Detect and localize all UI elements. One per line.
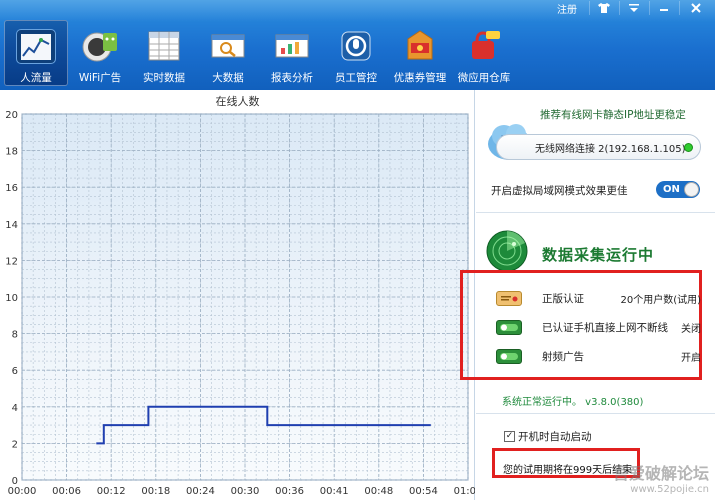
online-users-chart-panel: 在线人数 0 2 4 6 8 10 12 14 16 18 20 00:00 00:06 00:12 00:… <box>0 90 475 500</box>
nav-item-realtime[interactable]: 实时数据 <box>132 20 196 86</box>
y-tick-label: 6 <box>12 366 18 377</box>
y-tick-label: 10 <box>5 293 18 304</box>
status-label-auth-phone: 已认证手机直接上网不断线 <box>542 321 668 334</box>
toggle-knob <box>684 182 699 197</box>
switch-icon[interactable] <box>496 319 522 335</box>
y-tick-label: 8 <box>12 330 18 341</box>
x-tick-label: 00:06 <box>52 486 81 497</box>
main-nav: 人流量 WiFi广告 实时数据 大数据 报表分析 员工管控 优惠券管理 微应用仓… <box>4 20 516 86</box>
autostart-checkbox[interactable]: ✓ <box>504 431 515 442</box>
nav-item-app-store[interactable]: 微应用仓库 <box>452 20 516 86</box>
x-tick-label: 00:54 <box>409 486 438 497</box>
vlan-toggle-label: ON <box>663 184 680 195</box>
watermark-url: www.52pojie.cn <box>630 484 709 495</box>
staff-control-icon <box>336 28 376 64</box>
watermark: 吾爱破解论坛 www.52pojie.cn <box>613 460 709 495</box>
status-label-license: 正版认证 <box>542 292 584 305</box>
system-status-text: 系统正常运行中。 v3.8.0(380) <box>502 397 644 408</box>
traffic-chart-icon <box>16 29 56 64</box>
vlan-label: 开启虚拟局域网模式效果更佳 <box>491 185 628 197</box>
vlan-toggle[interactable]: ON <box>656 181 700 198</box>
status-item-auth-phone: 已认证手机直接上网不断线 关闭 <box>496 317 701 337</box>
x-tick-label: 01:00 <box>454 486 475 497</box>
y-tick-label: 20 <box>5 110 18 121</box>
x-tick-label: 00:48 <box>364 486 393 497</box>
shirt-icon[interactable] <box>589 1 617 15</box>
watermark-main: 吾爱破解论坛 <box>612 464 709 483</box>
minimize-icon[interactable] <box>649 1 677 15</box>
status-label-rf-ad: 射频广告 <box>542 350 584 363</box>
x-tick-label: 00:41 <box>320 486 349 497</box>
nav-item-traffic[interactable]: 人流量 <box>4 20 68 86</box>
coupon-icon <box>400 28 440 64</box>
app-store-icon <box>464 28 504 64</box>
nav-item-bigdata[interactable]: 大数据 <box>196 20 260 86</box>
bigdata-search-icon <box>208 28 248 64</box>
certificate-icon <box>496 290 522 306</box>
y-tick-label: 2 <box>12 439 18 450</box>
autostart-option[interactable]: ✓ 开机时自动启动 <box>504 429 592 444</box>
menu-icon[interactable] <box>619 1 647 15</box>
nav-item-report[interactable]: 报表分析 <box>260 20 324 86</box>
status-value-rf-ad: 开启 <box>681 352 701 364</box>
connection-status-icon <box>684 143 693 152</box>
nav-item-coupon[interactable]: 优惠券管理 <box>388 20 452 86</box>
status-panel: 推荐有线网卡静态IP地址更稳定 无线网络连接 2(192.168.1.105) … <box>460 90 715 500</box>
x-tick-label: 00:24 <box>186 486 215 497</box>
y-tick-label: 4 <box>12 403 18 414</box>
y-tick-label: 12 <box>5 256 18 267</box>
x-tick-label: 00:12 <box>97 486 126 497</box>
nav-item-staff[interactable]: 员工管控 <box>324 20 388 86</box>
window-controls: 注册 <box>557 0 711 16</box>
x-tick-label: 00:00 <box>8 486 37 497</box>
y-tick-label: 18 <box>5 147 18 158</box>
x-tick-label: 00:36 <box>275 486 304 497</box>
wifi-ad-icon <box>80 28 120 64</box>
network-connection-name: 无线网络连接 2(192.168.1.105) <box>535 143 686 155</box>
autostart-label: 开机时自动启动 <box>518 431 592 443</box>
close-icon[interactable] <box>679 1 711 15</box>
top-bar: 注册 人流量 WiFi广告 实时数据 大数据 报表分析 员工管控 优惠券管理 微… <box>0 0 715 90</box>
report-chart-icon <box>272 28 312 64</box>
y-tick-label: 16 <box>5 183 18 194</box>
online-users-chart: 0246810121416182000:00 00:06 00:12 00:18 00:… <box>5 110 475 497</box>
realtime-table-icon <box>144 28 184 64</box>
x-tick-label: 00:18 <box>141 486 170 497</box>
register-link[interactable]: 注册 <box>557 1 577 16</box>
nav-item-wifi-ad[interactable]: WiFi广告 <box>68 20 132 86</box>
x-tick-label: 00:30 <box>231 486 260 497</box>
switch-icon[interactable] <box>496 348 522 364</box>
network-hint: 推荐有线网卡静态IP地址更稳定 <box>540 109 686 121</box>
y-tick-label: 14 <box>5 220 18 231</box>
collect-status-title: 数据采集运行中 <box>542 246 655 264</box>
divider <box>476 413 715 414</box>
status-item-license: 正版认证 20个用户数(试用) <box>496 288 701 308</box>
status-value-license: 20个用户数(试用) <box>620 294 701 306</box>
divider <box>476 212 715 213</box>
status-value-auth-phone: 关闭 <box>681 323 701 335</box>
network-connection-select[interactable]: 无线网络连接 2(192.168.1.105) <box>496 134 701 160</box>
status-item-rf-ad: 射频广告 开启 <box>496 346 701 366</box>
radar-icon <box>486 230 528 272</box>
